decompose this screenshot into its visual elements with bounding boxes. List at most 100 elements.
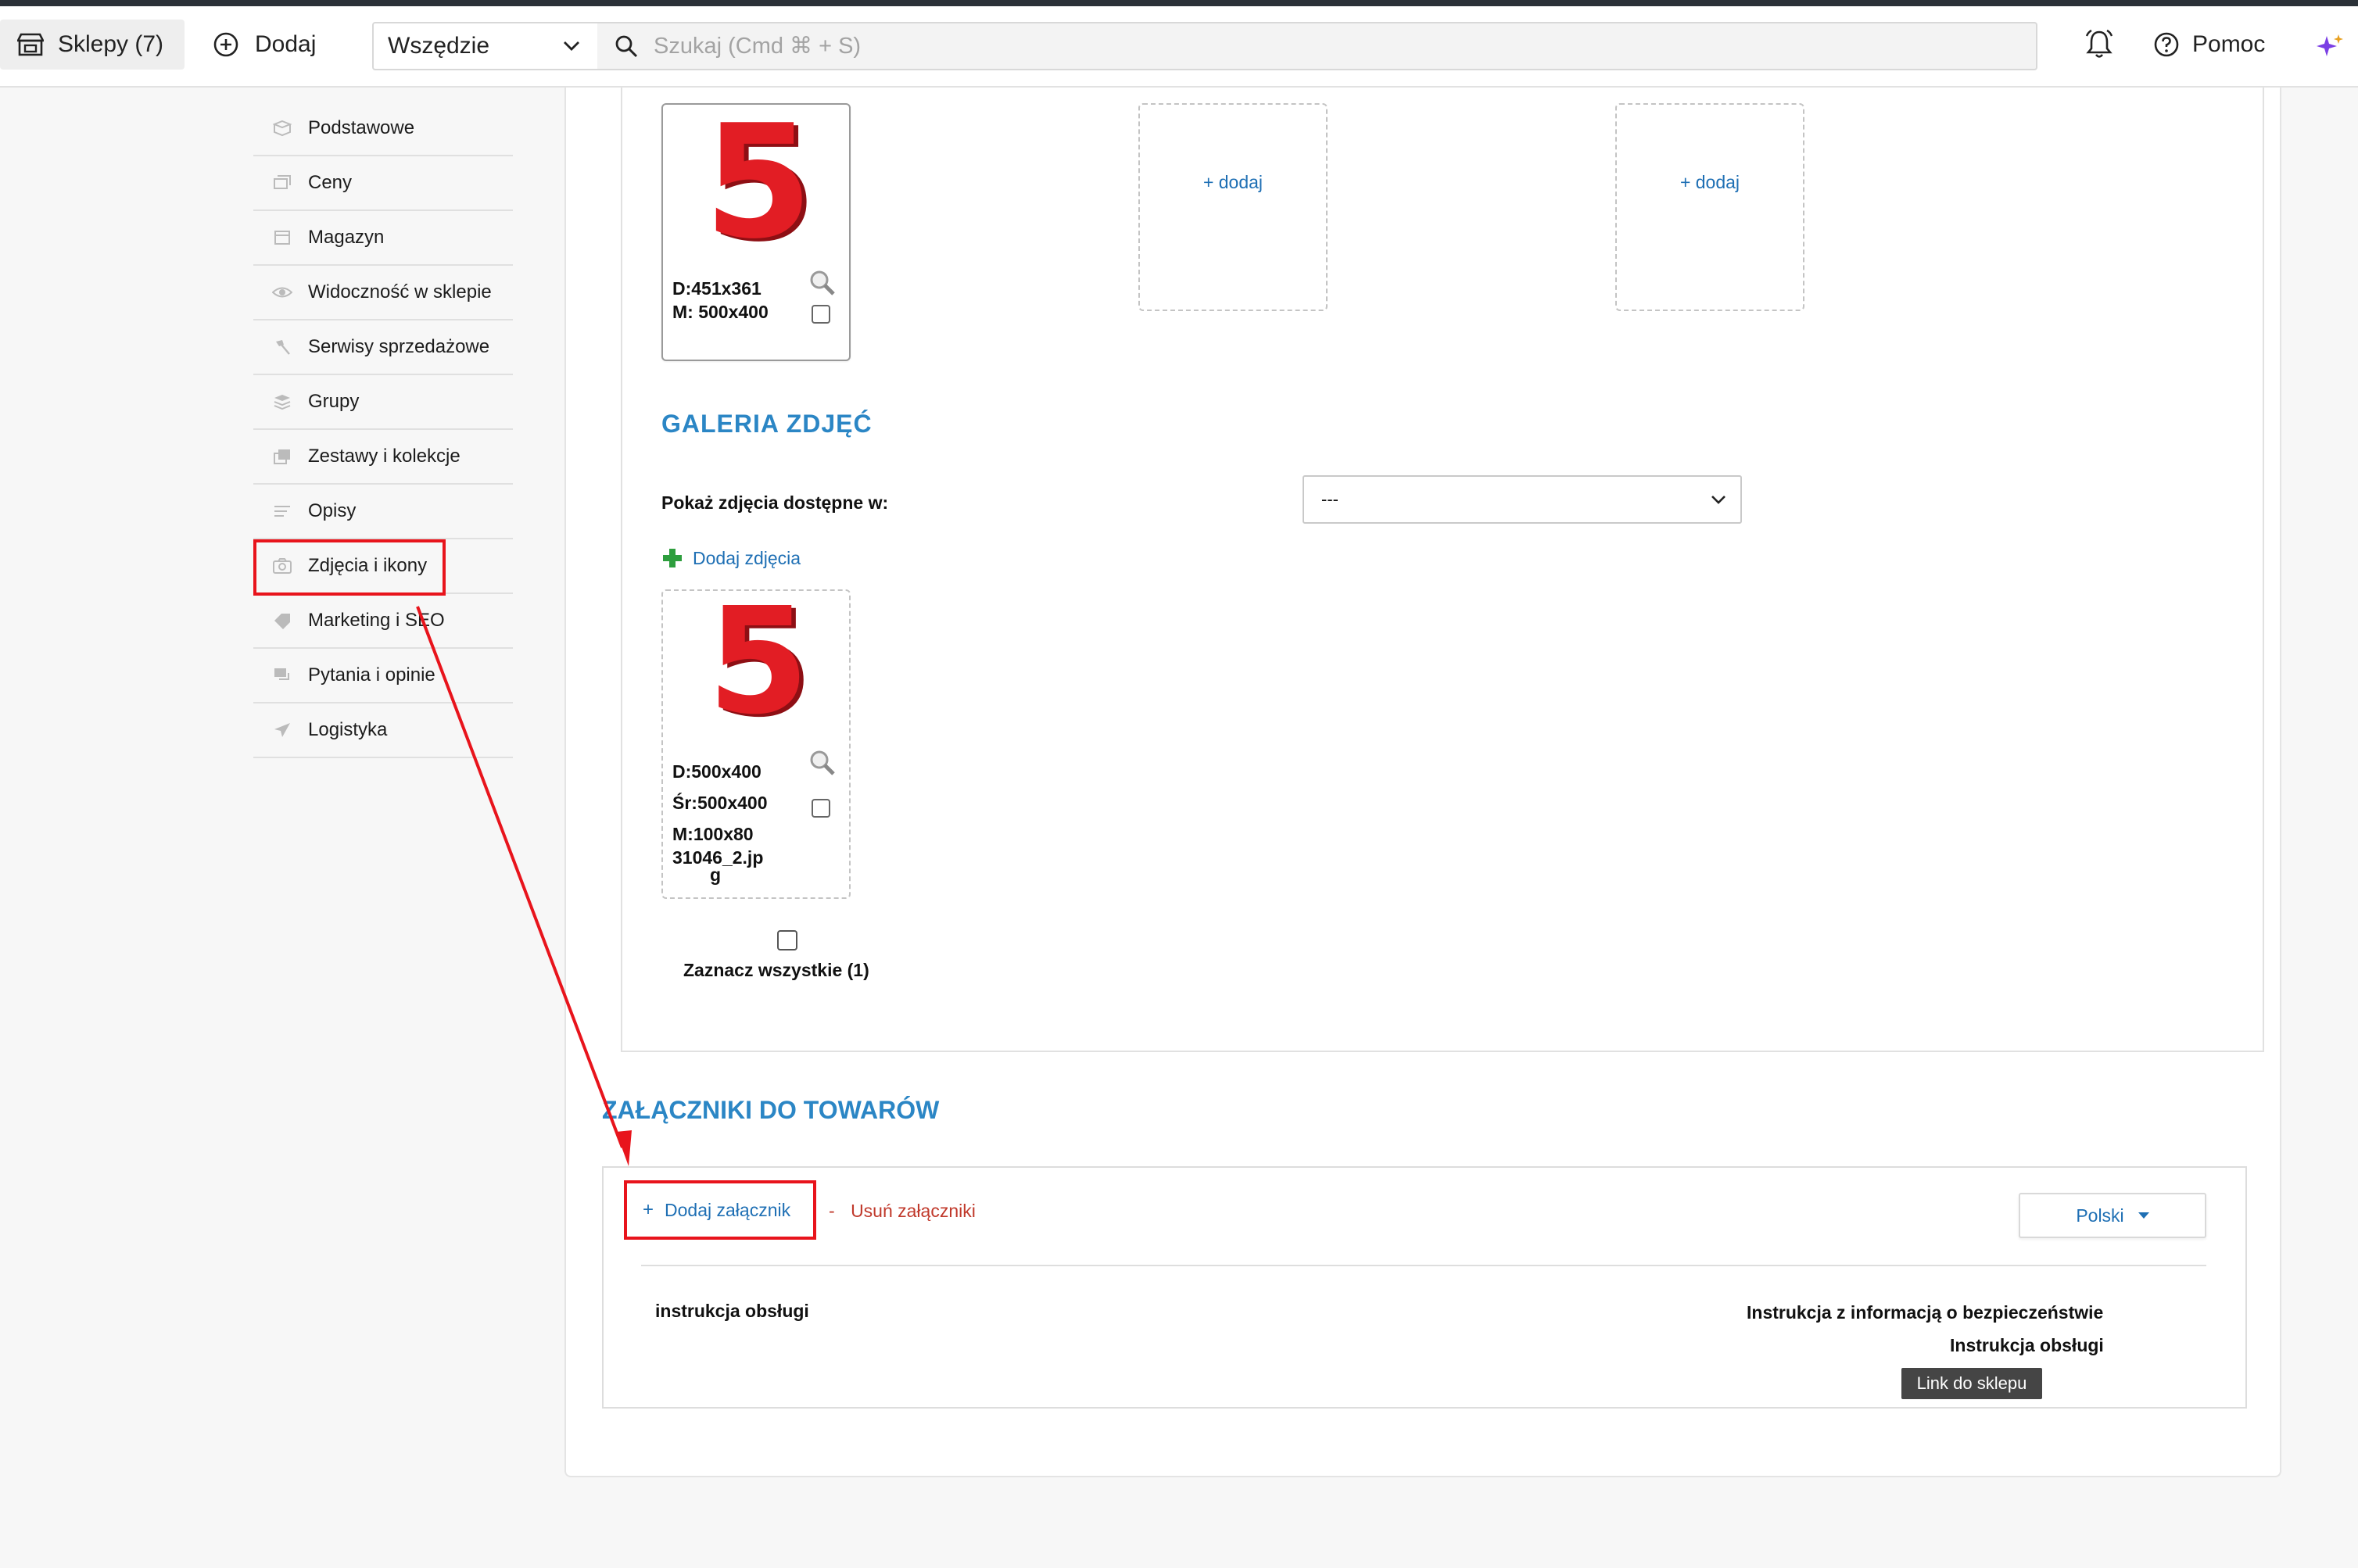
- search-bar: [597, 22, 2037, 70]
- photo-dims-d: D:500x400: [672, 761, 762, 782]
- chevron-down-icon: [564, 41, 579, 51]
- sidebar-item-label: Ceny: [308, 172, 353, 193]
- select-all-checkbox[interactable]: [777, 930, 797, 950]
- send-icon: [272, 721, 292, 739]
- sidebar-item-label: Logistyka: [308, 719, 388, 740]
- svg-text:5: 5: [708, 603, 809, 721]
- sidebar-item-pytania[interactable]: Pytania i opinie: [253, 649, 513, 703]
- add-slot-label: + dodaj: [1202, 172, 1263, 192]
- add-slot-label: + dodaj: [1679, 172, 1740, 192]
- language-value: Polski: [2076, 1205, 2124, 1226]
- gallery-filter-select[interactable]: ---: [1303, 475, 1742, 524]
- gallery-photo-thumbnail[interactable]: 5 5 D:500x400 Śr:500x400 M:100x80 31046_…: [661, 589, 851, 899]
- chevron-down-icon: [1711, 496, 1725, 504]
- photos-section: [621, 88, 2264, 1052]
- sidebar-item-label: Opisy: [308, 500, 357, 521]
- sidebar-item-label: Magazyn: [308, 227, 385, 248]
- remove-attachments-button[interactable]: - Usuń załączniki: [829, 1201, 976, 1222]
- shops-label: Sklepy (7): [58, 31, 164, 57]
- zoom-icon[interactable]: [808, 269, 837, 297]
- text-icon: [272, 503, 292, 520]
- zoom-icon[interactable]: [808, 749, 837, 777]
- sidebar-item-widocznosc[interactable]: Widoczność w sklepie: [253, 266, 513, 320]
- plus-circle-icon: [213, 32, 238, 57]
- attachments-divider: [641, 1265, 2206, 1266]
- add-photos-label: Dodaj zdjęcia: [693, 547, 801, 568]
- help-circle-icon: [2154, 32, 2179, 57]
- gallery-filter-label: Pokaż zdjęcia dostępne w:: [661, 492, 889, 513]
- chat-icon: [272, 667, 292, 684]
- add-button[interactable]: Dodaj: [213, 20, 316, 70]
- shops-button[interactable]: Sklepy (7): [0, 20, 185, 70]
- sidebar-item-label: Widoczność w sklepie: [308, 281, 492, 303]
- sidebar-item-label: Pytania i opinie: [308, 664, 435, 686]
- photo-dims-sr: Śr:500x400: [672, 793, 768, 813]
- photo-filename-end: g: [710, 865, 722, 885]
- sidebar-item-label: Podstawowe: [308, 117, 415, 138]
- shop-link-tooltip: Link do sklepu: [1901, 1368, 2042, 1399]
- minus-icon: -: [829, 1201, 835, 1221]
- sidebar-item-zestawy[interactable]: Zestawy i kolekcje: [253, 430, 513, 485]
- notification-bell-icon[interactable]: [2084, 28, 2114, 59]
- select-all-label: Zaznacz wszystkie (1): [683, 960, 869, 980]
- search-input[interactable]: [654, 33, 1905, 59]
- product-image: 5 5: [704, 120, 813, 245]
- gallery-photo-checkbox[interactable]: [812, 799, 830, 818]
- gallery-photo-image: 5 5: [708, 603, 813, 721]
- sidebar-item-magazyn[interactable]: Magazyn: [253, 211, 513, 266]
- help-label: Pomoc: [2192, 31, 2266, 57]
- sidebar-item-logistyka[interactable]: Logistyka: [253, 703, 513, 758]
- sidebar-item-label: Zestawy i kolekcje: [308, 446, 460, 467]
- search-scope-select[interactable]: Wszędzie: [372, 22, 599, 70]
- warehouse-icon: [272, 229, 292, 246]
- image-dims-m: M: 500x400: [672, 302, 769, 322]
- gallery-title: GALERIA ZDJĘĆ: [661, 410, 873, 438]
- tag-icon: [272, 612, 292, 629]
- green-plus-icon: [663, 549, 682, 567]
- top-stripe: [0, 0, 2358, 6]
- image-dims-d: D:451x361: [672, 278, 762, 299]
- add-photos-link[interactable]: Dodaj zdjęcia: [661, 547, 801, 569]
- sidebar-item-serwisy[interactable]: Serwisy sprzedażowe: [253, 320, 513, 375]
- sidebar-item-label: Marketing i SEO: [308, 610, 445, 631]
- top-header: Sklepy (7) Dodaj Wszędzie Pomoc: [0, 6, 2358, 88]
- help-button[interactable]: Pomoc: [2153, 20, 2265, 70]
- layers-icon: [272, 393, 292, 410]
- gallery-filter-value: ---: [1321, 489, 1338, 509]
- search-icon: [615, 35, 638, 58]
- attachment-name: instrukcja obsługi: [655, 1301, 809, 1321]
- eye-icon: [272, 284, 292, 301]
- attachment-info-safety[interactable]: Instrukcja z informacją o bezpieczeństwi…: [1747, 1302, 2103, 1323]
- language-dropdown[interactable]: Polski: [2019, 1193, 2206, 1238]
- price-icon: [272, 174, 292, 192]
- svg-text:5: 5: [704, 120, 812, 245]
- sidebar-active-highlight: [253, 539, 446, 596]
- store-icon: [17, 33, 44, 56]
- attachment-info-manual[interactable]: Instrukcja obsługi: [1950, 1335, 2104, 1356]
- sidebar-item-opisy[interactable]: Opisy: [253, 485, 513, 539]
- photo-dims-m: M:100x80: [672, 824, 754, 844]
- add-image-slot-1[interactable]: + dodaj: [1138, 103, 1328, 311]
- box-icon: [272, 120, 292, 137]
- add-attachment-label: Dodaj załącznik: [665, 1199, 791, 1220]
- add-image-slot-2[interactable]: + dodaj: [1615, 103, 1804, 311]
- plus-icon: +: [643, 1199, 654, 1220]
- product-sections-sidebar: Podstawowe Ceny Magazyn Widoczność w skl…: [253, 102, 513, 758]
- sidebar-item-marketing[interactable]: Marketing i SEO: [253, 594, 513, 649]
- sidebar-item-podstawowe[interactable]: Podstawowe: [253, 102, 513, 156]
- attachments-title: ZAŁĄCZNIKI DO TOWARÓW: [602, 1096, 940, 1124]
- sidebar-item-grupy[interactable]: Grupy: [253, 375, 513, 430]
- search-scope-value: Wszędzie: [388, 33, 490, 59]
- main-image-thumbnail[interactable]: 5 5 D:451x361 M: 500x400: [661, 103, 851, 361]
- add-label: Dodaj: [255, 31, 317, 57]
- sidebar-item-ceny[interactable]: Ceny: [253, 156, 513, 211]
- collection-icon: [272, 448, 292, 465]
- hammer-icon: [272, 338, 292, 356]
- ai-sparkle-icon[interactable]: [2314, 33, 2345, 59]
- sidebar-item-label: Serwisy sprzedażowe: [308, 336, 490, 357]
- sidebar-item-label: Grupy: [308, 391, 360, 412]
- main-image-checkbox[interactable]: [812, 305, 830, 324]
- caret-down-icon: [2138, 1212, 2149, 1219]
- add-attachment-button[interactable]: + Dodaj załącznik: [624, 1180, 816, 1240]
- remove-attachments-label: Usuń załączniki: [851, 1201, 976, 1221]
